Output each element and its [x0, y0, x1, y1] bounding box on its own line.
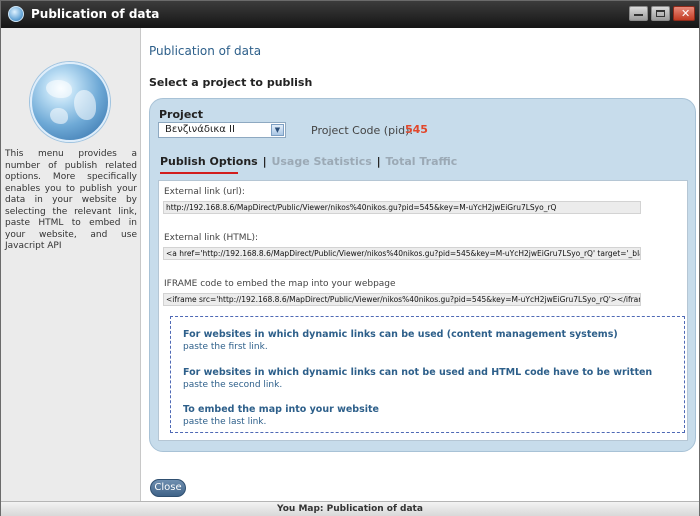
- maximize-icon: [656, 10, 665, 17]
- project-select[interactable]: Βενζινάδικα ΙΙ ▼: [158, 122, 286, 138]
- page-title: Publication of data: [149, 44, 262, 58]
- iframe-field[interactable]: <iframe src='http://192.168.8.6/MapDirec…: [163, 293, 641, 306]
- chevron-down-icon[interactable]: ▼: [271, 124, 284, 136]
- external-url-field[interactable]: http://192.168.8.6/MapDirect/Public/View…: [163, 201, 641, 214]
- info-heading-embed: To embed the map into your website: [183, 404, 380, 415]
- info-text-first-link: paste the first link.: [183, 342, 268, 352]
- app-globe-icon: [8, 6, 24, 22]
- project-select-value: Βενζινάδικα ΙΙ: [165, 124, 235, 135]
- minimize-button[interactable]: [629, 6, 648, 21]
- minimize-icon: [634, 14, 643, 16]
- project-label: Project: [159, 108, 204, 121]
- title-bar[interactable]: Publication of data ✕: [1, 1, 699, 28]
- external-url-label: External link (url):: [164, 187, 245, 197]
- publish-panel: Project Βενζινάδικα ΙΙ ▼ Project Code (p…: [149, 98, 696, 452]
- window-title: Publication of data: [31, 7, 160, 21]
- tab-bar: Publish Options | Usage Statistics | Tot…: [160, 155, 457, 168]
- pid-value: 545: [405, 123, 428, 136]
- publication-window: Publication of data ✕ This menu provides…: [0, 0, 700, 516]
- iframe-label: IFRAME code to embed the map into your w…: [164, 279, 396, 289]
- info-text-last-link: paste the last link.: [183, 417, 267, 427]
- external-html-label: External link (HTML):: [164, 233, 259, 243]
- section-subtitle: Select a project to publish: [149, 76, 313, 89]
- tab-separator: |: [262, 155, 267, 168]
- sidebar: This menu provides a number of publish r…: [1, 28, 141, 501]
- close-icon: ✕: [681, 7, 691, 20]
- pid-label: Project Code (pid):: [311, 124, 414, 137]
- tab-separator: |: [376, 155, 381, 168]
- sidebar-description: This menu provides a number of publish r…: [5, 149, 137, 251]
- tab-publish-options[interactable]: Publish Options: [160, 155, 258, 168]
- info-text-second-link: paste the second link.: [183, 380, 283, 390]
- info-heading-static: For websites in which dynamic links can …: [183, 367, 653, 378]
- usage-info-box: For websites in which dynamic links can …: [170, 316, 685, 433]
- main-content: Publication of data Select a project to …: [142, 28, 699, 501]
- status-bar: You Map: Publication of data: [1, 501, 699, 516]
- maximize-button[interactable]: [651, 6, 670, 21]
- tab-usage-statistics[interactable]: Usage Statistics: [271, 155, 371, 168]
- info-heading-dynamic: For websites in which dynamic links can …: [183, 329, 618, 340]
- active-tab-underline: [160, 172, 238, 174]
- globe-icon: [30, 62, 110, 142]
- publish-options-content: External link (url): http://192.168.8.6/…: [158, 180, 688, 441]
- external-html-field[interactable]: <a href='http://192.168.8.6/MapDirect/Pu…: [163, 247, 641, 260]
- close-button[interactable]: Close: [150, 479, 186, 497]
- close-window-button[interactable]: ✕: [673, 6, 695, 21]
- tab-total-traffic[interactable]: Total Traffic: [386, 155, 458, 168]
